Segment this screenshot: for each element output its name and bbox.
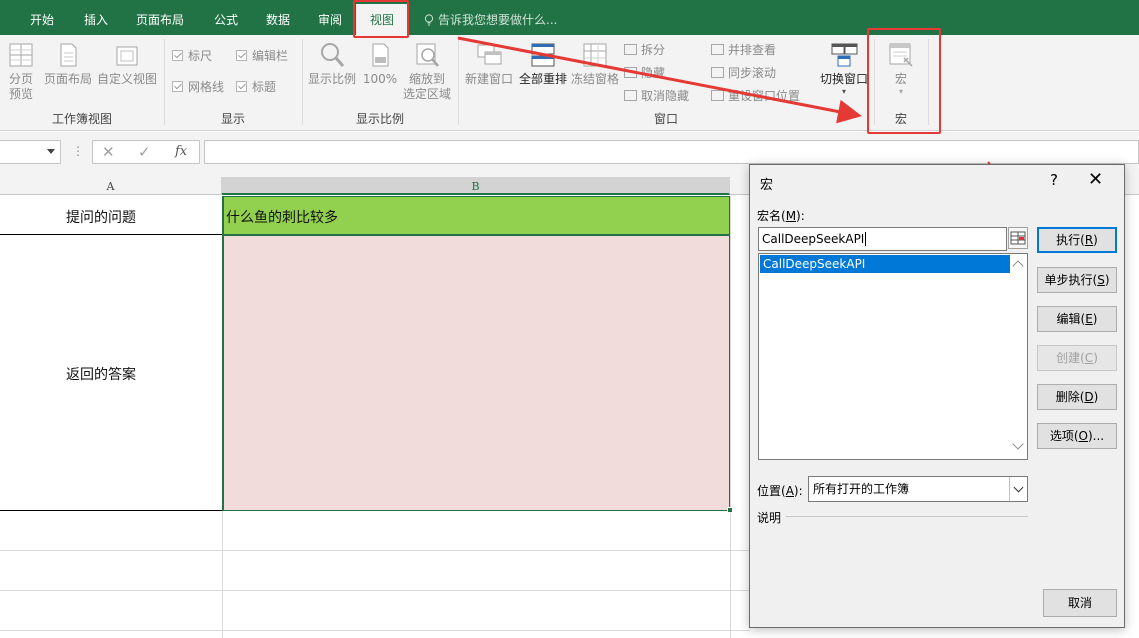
macro-dialog: 宏 ? ✕ 宏名(M): CallDeepSeekAPI CallDeepSee… (749, 164, 1125, 628)
excel-window: 开始 插入 页面布局 公式 数据 审阅 视图 告诉我您想要做什么... 分页 预… (0, 0, 1139, 638)
run-button-text: 执行( (1056, 233, 1085, 247)
step-into-accesskey: S (1097, 273, 1105, 287)
options-text: 选项( (1049, 429, 1079, 443)
macro-name-label: 宏名(M): (757, 207, 805, 224)
macro-list[interactable]: CallDeepSeekAPI (758, 253, 1028, 460)
scroll-up-icon[interactable] (1012, 260, 1024, 272)
help-icon[interactable]: ? (1050, 171, 1058, 189)
cancel-button[interactable]: 取消 (1043, 589, 1117, 617)
edit-accesskey: E (1085, 312, 1093, 326)
create-text-end: ) (1093, 351, 1098, 365)
delete-text-end: ) (1093, 390, 1099, 404)
step-into-text-end: ) (1104, 273, 1110, 287)
macro-name-accesskey: M (785, 209, 797, 223)
arrow-to-macros (457, 36, 862, 124)
delete-text: 删除( (1055, 390, 1085, 404)
run-button-text-end: ) (1093, 233, 1098, 247)
close-icon[interactable]: ✕ (1088, 169, 1103, 190)
macro-name-value: CallDeepSeekAPI (762, 232, 865, 246)
macro-list-item[interactable]: CallDeepSeekAPI (760, 255, 1010, 273)
create-button[interactable]: 创建(C) (1037, 345, 1117, 371)
chevron-down-icon[interactable] (1009, 477, 1027, 501)
step-into-text: 单步执行( (1044, 273, 1098, 287)
edit-button[interactable]: 编辑(E) (1037, 306, 1117, 332)
run-accesskey: R (1084, 233, 1094, 247)
step-into-button[interactable]: 单步执行(S) (1037, 267, 1117, 293)
delete-button[interactable]: 删除(D) (1037, 384, 1117, 410)
location-value: 所有打开的工作簿 (813, 482, 910, 496)
macro-name-label-text: 宏名( (757, 209, 786, 223)
options-accesskey: O (1078, 429, 1088, 443)
description-label: 说明 (757, 511, 782, 525)
location-accesskey: A (785, 484, 794, 498)
macro-list-scrollbar[interactable] (1010, 254, 1027, 459)
text-caret (865, 232, 867, 246)
location-label-text: 位置( (757, 484, 786, 498)
location-label: 位置(A): (757, 482, 803, 499)
options-button[interactable]: 选项(O)... (1037, 423, 1117, 449)
edit-text: 编辑( (1056, 312, 1086, 326)
create-accesskey: C (1084, 351, 1094, 365)
scroll-down-icon[interactable] (1012, 438, 1024, 450)
collapse-dialog-button[interactable] (1008, 227, 1028, 249)
create-text: 创建( (1056, 351, 1085, 365)
location-select[interactable]: 所有打开的工作簿 (808, 476, 1028, 502)
delete-accesskey: D (1084, 390, 1094, 404)
macro-name-label-end: ): (796, 209, 805, 223)
edit-text-end: ) (1092, 312, 1098, 326)
location-label-end: ): (793, 484, 803, 498)
run-button[interactable]: 执行(R) (1037, 227, 1117, 253)
macro-name-input[interactable]: CallDeepSeekAPI (758, 227, 1007, 251)
dialog-title: 宏 (760, 178, 774, 193)
range-select-icon (1010, 231, 1026, 245)
description-divider (786, 516, 1028, 517)
options-text-end: )... (1088, 429, 1105, 443)
